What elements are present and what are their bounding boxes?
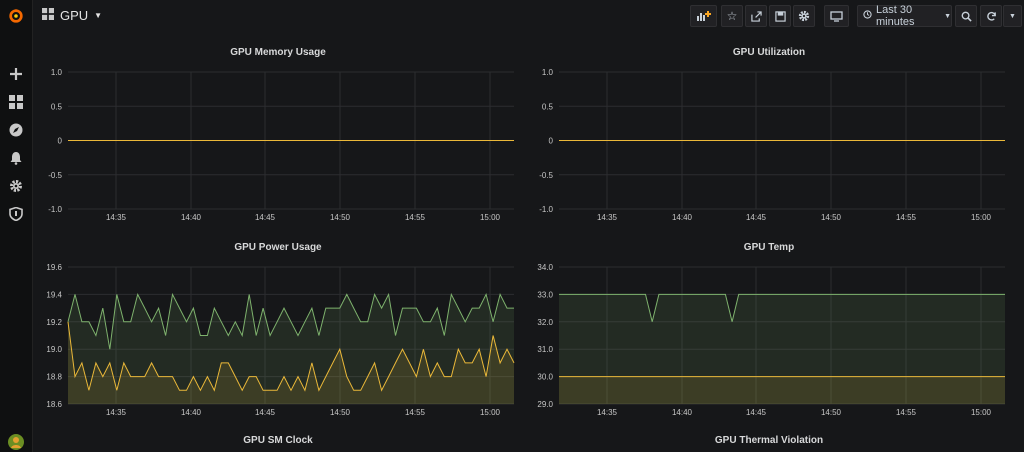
- gpu-temp-chart: 34.0 33.0 32.0 31.0 30.0 29.0 14:35 14:40 14:45 1…: [537, 263, 1005, 417]
- x-tick-label: 14:55: [896, 213, 917, 222]
- panel-gpu-thermal-violation[interactable]: GPU Thermal Violation: [527, 430, 1011, 452]
- x-tick-label: 14:35: [597, 408, 618, 417]
- y-tick-label: 0.5: [51, 102, 63, 111]
- x-tick-label: 14:45: [255, 213, 276, 222]
- x-tick-label: 14:50: [330, 408, 351, 417]
- zoom-out-button[interactable]: [955, 5, 977, 27]
- x-tick-label: 14:50: [821, 213, 842, 222]
- plus-icon[interactable]: [8, 66, 24, 82]
- x-tick-label: 14:55: [405, 408, 426, 417]
- x-tick-label: 14:35: [597, 213, 618, 222]
- share-button[interactable]: [745, 5, 767, 27]
- panel-gpu-power-usage[interactable]: GPU Power Usage 19.6 19.4 19.2 19.0 18.8 18.6…: [36, 235, 520, 425]
- shield-icon[interactable]: [8, 206, 24, 222]
- gpu-power-usage-chart: 19.6 19.4 19.2 19.0 18.8 18.6 14:35 14:40 14:45 1…: [46, 263, 515, 417]
- y-tick-label: 0: [58, 137, 63, 146]
- panel-gpu-sm-clock[interactable]: GPU SM Clock: [36, 430, 520, 452]
- dashboard-picker[interactable]: GPU ▼: [42, 8, 102, 23]
- x-tick-label: 14:55: [896, 408, 917, 417]
- x-tick-label: 14:35: [106, 213, 127, 222]
- add-panel-icon: [696, 11, 711, 21]
- gpu-utilization-chart: 1.0 0.5 0 -0.5 -1.0 14:35 14:40 14:45 14:50 14:55…: [539, 68, 1005, 222]
- y-tick-label: 19.6: [46, 263, 62, 272]
- dashboards-icon: [42, 8, 54, 23]
- star-icon: ☆: [726, 9, 738, 23]
- star-button[interactable]: ☆: [721, 5, 743, 27]
- grafana-logo-icon[interactable]: [8, 8, 24, 24]
- y-tick-label: 19.2: [46, 318, 62, 327]
- y-tick-label: 19.0: [46, 345, 62, 354]
- x-tick-label: 14:50: [330, 213, 351, 222]
- x-tick-label: 14:40: [181, 408, 202, 417]
- x-tick-label: 14:45: [746, 213, 767, 222]
- sidebar: [0, 0, 33, 452]
- share-icon: [750, 10, 762, 22]
- gear-icon[interactable]: [8, 178, 24, 194]
- y-tick-label: 32.0: [537, 318, 553, 327]
- y-tick-label: 19.4: [46, 290, 62, 299]
- time-range-label: Last 30 minutes: [876, 4, 915, 28]
- refresh-interval-dropdown[interactable]: ▼: [1003, 5, 1022, 27]
- y-tick-label: 1.0: [51, 68, 63, 77]
- series-area-1: [559, 376, 1005, 404]
- y-tick-label: 34.0: [537, 263, 553, 272]
- caret-down-icon: ▼: [1009, 12, 1016, 20]
- x-tick-label: 14:50: [821, 408, 842, 417]
- y-tick-label: 30.0: [537, 373, 553, 382]
- x-tick-label: 15:00: [480, 213, 501, 222]
- x-tick-label: 14:45: [746, 408, 767, 417]
- y-tick-label: 29.0: [537, 400, 553, 409]
- clock-icon: [863, 10, 872, 22]
- y-tick-label: -0.5: [539, 171, 553, 180]
- settings-button[interactable]: [793, 5, 815, 27]
- caret-down-icon: ▼: [94, 11, 103, 20]
- monitor-icon: [830, 10, 843, 22]
- y-tick-label: 33.0: [537, 290, 553, 299]
- y-tick-label: 18.6: [46, 400, 62, 409]
- save-button[interactable]: [769, 5, 791, 27]
- x-tick-label: 14:40: [181, 213, 202, 222]
- explore-compass-icon[interactable]: [8, 122, 24, 138]
- x-tick-label: 14:45: [255, 408, 276, 417]
- save-icon: [774, 10, 786, 22]
- panel-gpu-memory-usage[interactable]: GPU Memory Usage 1.0 0.5 0 -0.5 -1.0 14:35 14:…: [36, 40, 520, 230]
- panel-gpu-utilization[interactable]: GPU Utilization 1.0 0.5 0 -0.5 -1.0 14:35 14:4…: [527, 40, 1011, 230]
- y-tick-label: 0.5: [542, 102, 554, 111]
- y-tick-label: 18.8: [46, 373, 62, 382]
- refresh-button[interactable]: [980, 5, 1002, 27]
- panel-gpu-temp[interactable]: GPU Temp 34.0 33.0 32.0 31.0 30.0 29.0 14:35 14…: [527, 235, 1011, 425]
- add-panel-button[interactable]: [690, 5, 717, 27]
- time-picker-button[interactable]: Last 30 minutes ▼: [857, 4, 952, 28]
- x-tick-label: 15:00: [971, 213, 992, 222]
- y-tick-label: -0.5: [48, 171, 62, 180]
- caret-down-icon: ▼: [944, 12, 951, 20]
- x-tick-label: 15:00: [480, 408, 501, 417]
- search-icon: [961, 11, 972, 22]
- x-tick-label: 15:00: [971, 408, 992, 417]
- gpu-memory-usage-chart: 1.0 0.5 0 -0.5 -1.0 14:35 14:40 14:45 14:50 14:55…: [48, 68, 514, 222]
- x-tick-label: 14:40: [672, 408, 693, 417]
- user-avatar-icon[interactable]: [8, 434, 24, 450]
- alert-bell-icon[interactable]: [8, 150, 24, 166]
- y-tick-label: 1.0: [542, 68, 554, 77]
- panel-title: GPU SM Clock: [243, 435, 313, 446]
- y-tick-label: -1.0: [48, 205, 62, 214]
- refresh-icon: [986, 11, 996, 21]
- x-tick-label: 14:35: [106, 408, 127, 417]
- y-tick-label: 0: [549, 137, 554, 146]
- gear-icon: [798, 10, 810, 22]
- dashboard-title: GPU: [60, 8, 89, 23]
- y-tick-label: 31.0: [537, 345, 553, 354]
- panel-title: GPU Thermal Violation: [714, 435, 824, 446]
- x-tick-label: 14:55: [405, 213, 426, 222]
- dashboards-icon[interactable]: [8, 94, 24, 110]
- x-tick-label: 14:40: [672, 213, 693, 222]
- view-mode-button[interactable]: [824, 5, 849, 27]
- top-navbar: GPU ▼ ☆ Last 30 minutes ▼ ▼: [32, 0, 1024, 32]
- y-tick-label: -1.0: [539, 205, 553, 214]
